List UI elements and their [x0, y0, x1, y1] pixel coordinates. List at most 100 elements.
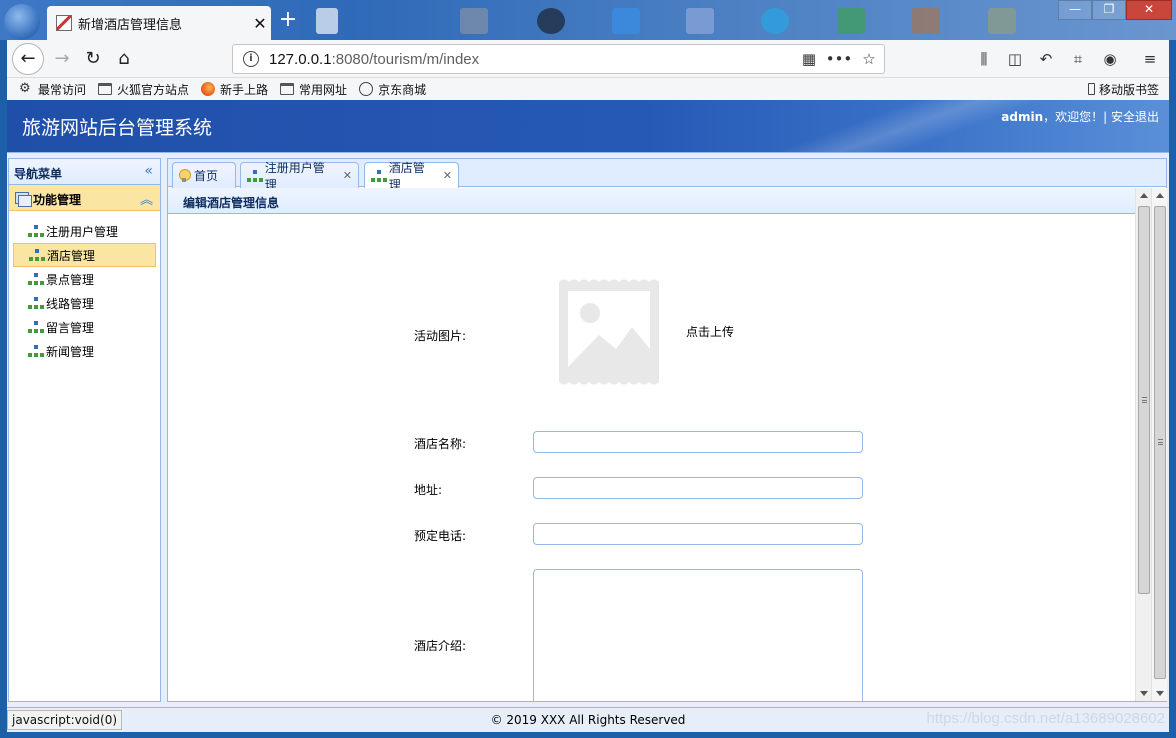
- inner-scrollbar[interactable]: [1135, 188, 1151, 701]
- tree-icon: [28, 321, 44, 333]
- taskbar-app-icon[interactable]: [988, 8, 1016, 34]
- taskbar-app-icon[interactable]: [912, 8, 940, 34]
- bookmark-star-icon[interactable]: ☆: [854, 50, 884, 68]
- info-icon[interactable]: i: [243, 51, 259, 67]
- back-arrow-icon[interactable]: ←: [12, 43, 44, 75]
- document-icon[interactable]: [316, 8, 338, 34]
- scroll-down-icon[interactable]: [1156, 691, 1164, 696]
- home-icon[interactable]: ⌂: [110, 45, 138, 73]
- maximize-icon[interactable]: ❐: [1092, 0, 1126, 20]
- bookmark-firefox-site[interactable]: 火狐官方站点: [98, 81, 189, 98]
- sidebar: 导航菜单 « 功能管理 ︽ 注册用户管理 酒店管理 景点管理 线路管理 留言管理…: [8, 158, 161, 702]
- undo-icon[interactable]: ↶: [1034, 48, 1058, 70]
- mobile-bookmarks[interactable]: 移动版书签: [1087, 81, 1159, 98]
- browser-title-bar: 新增酒店管理信息 ✕ + — ❐ ✕: [0, 0, 1176, 40]
- tab-users[interactable]: 注册用户管理 ✕: [240, 161, 359, 192]
- window-controls: — ❐ ✕: [1058, 0, 1172, 20]
- tab-hotels[interactable]: 酒店管理 ✕: [364, 161, 459, 192]
- new-tab-button[interactable]: +: [276, 8, 300, 34]
- sidebar-item-users[interactable]: 注册用户管理: [13, 219, 156, 243]
- bookmark-label: 常用网址: [299, 82, 348, 97]
- tree-icon: [28, 297, 44, 309]
- close-window-icon[interactable]: ✕: [1126, 0, 1172, 20]
- sidebar-item-hotels[interactable]: 酒店管理: [13, 243, 156, 267]
- more-actions-icon[interactable]: •••: [824, 50, 854, 68]
- bookmark-most-visited[interactable]: ⚙ 最常访问: [19, 81, 86, 98]
- intro-label: 酒店介绍:: [414, 639, 467, 653]
- forward-arrow-icon[interactable]: →: [48, 45, 76, 73]
- windows-start-icon[interactable]: [4, 4, 40, 40]
- menu-icon[interactable]: ≡: [1138, 48, 1162, 70]
- image-placeholder-icon[interactable]: [554, 277, 664, 387]
- user-info: admin，欢迎您！| 安全退出: [1001, 108, 1159, 125]
- folder-icon: [280, 83, 295, 95]
- minimize-icon[interactable]: —: [1058, 0, 1092, 20]
- windows-stack-icon: [15, 192, 32, 207]
- taskbar-app-icon[interactable]: [537, 8, 565, 34]
- sidebar-item-news[interactable]: 新闻管理: [13, 339, 156, 363]
- taskbar-app-icon[interactable]: [686, 8, 714, 34]
- tree-icon: [29, 249, 45, 261]
- tree-icon: [247, 169, 263, 182]
- scroll-up-icon[interactable]: [1140, 193, 1148, 198]
- screenshot-crop-icon[interactable]: ⌗: [1066, 48, 1090, 70]
- folder-icon: [98, 83, 113, 95]
- grip-icon: [1158, 439, 1163, 445]
- lightbulb-icon: [179, 169, 191, 182]
- phone-input[interactable]: [533, 523, 863, 545]
- logout-link[interactable]: 安全退出: [1111, 110, 1159, 124]
- sidebar-item-label: 酒店管理: [47, 248, 96, 263]
- bookmark-jd[interactable]: 京东商城: [359, 81, 426, 98]
- scroll-down-icon[interactable]: [1140, 691, 1148, 696]
- address-input[interactable]: [533, 477, 863, 499]
- sidebar-item-routes[interactable]: 线路管理: [13, 291, 156, 315]
- sidebar-section-title: 功能管理: [33, 193, 82, 207]
- outer-scrollbar-thumb[interactable]: [1154, 206, 1166, 679]
- reload-icon[interactable]: ↻: [79, 45, 107, 73]
- copyright-text: © 2019 XXX All Rights Reserved: [490, 713, 686, 727]
- tab-home[interactable]: 首页: [172, 162, 236, 188]
- tree-icon: [28, 225, 44, 237]
- grip-icon: [1142, 397, 1147, 403]
- scroll-up-icon[interactable]: [1156, 193, 1164, 198]
- sidebar-section-header[interactable]: 功能管理 ︽: [9, 185, 160, 211]
- close-tab-icon[interactable]: ✕: [343, 169, 352, 182]
- hotel-form: 活动图片: 点击上传 酒店名称: 地址: 预定电话: 酒店介绍:: [168, 215, 1135, 701]
- bookmark-label: 火狐官方站点: [117, 82, 190, 97]
- url-host: 127.0.0.1: [269, 50, 332, 68]
- library-icon[interactable]: ⫼: [972, 48, 996, 70]
- upload-link[interactable]: 点击上传: [686, 323, 734, 340]
- sidebar-toggle-icon[interactable]: ◫: [1003, 48, 1027, 70]
- account-icon[interactable]: ◉: [1098, 48, 1122, 70]
- inner-scrollbar-thumb[interactable]: [1138, 206, 1150, 594]
- sidebar-item-label: 留言管理: [46, 320, 95, 335]
- sidebar-item-label: 新闻管理: [46, 344, 95, 359]
- image-label: 活动图片:: [414, 329, 467, 343]
- phone-label: 预定电话:: [414, 529, 467, 543]
- address-bar[interactable]: i 127.0.0.1:8080/tourism/m/index ▦ ••• ☆: [232, 44, 885, 74]
- hotel-name-input[interactable]: [533, 431, 863, 453]
- taskbar-app-icon[interactable]: [612, 8, 640, 34]
- sidebar-item-messages[interactable]: 留言管理: [13, 315, 156, 339]
- sidebar-item-label: 注册用户管理: [46, 224, 119, 239]
- intro-textarea[interactable]: [533, 569, 863, 701]
- collapse-up-icon[interactable]: ︽: [140, 189, 153, 208]
- browser-tab[interactable]: 新增酒店管理信息 ✕: [47, 6, 271, 40]
- close-tab-icon[interactable]: ✕: [443, 169, 452, 182]
- browser-toolbar: ← → ↻ ⌂ i 127.0.0.1:8080/tourism/m/index…: [7, 40, 1169, 78]
- tree-icon: [371, 169, 387, 182]
- bookmark-getting-started[interactable]: 新手上路: [201, 81, 268, 98]
- app-window: 旅游网站后台管理系统 admin，欢迎您！| 安全退出 导航菜单 « 功能管理 …: [7, 100, 1169, 732]
- taskbar-app-icon[interactable]: [761, 8, 789, 34]
- sidebar-item-attractions[interactable]: 景点管理: [13, 267, 156, 291]
- taskbar-app-icon[interactable]: [837, 8, 865, 34]
- gear-icon: ⚙: [19, 81, 31, 96]
- tree-icon: [28, 345, 44, 357]
- taskbar-app-icon[interactable]: [460, 8, 488, 34]
- close-tab-icon[interactable]: ✕: [249, 14, 271, 33]
- outer-scrollbar[interactable]: [1151, 188, 1167, 701]
- collapse-left-icon[interactable]: «: [144, 163, 153, 179]
- welcome-text: ，欢迎您！|: [1043, 110, 1111, 124]
- qr-code-icon[interactable]: ▦: [794, 50, 824, 68]
- bookmark-common-sites[interactable]: 常用网址: [280, 81, 347, 98]
